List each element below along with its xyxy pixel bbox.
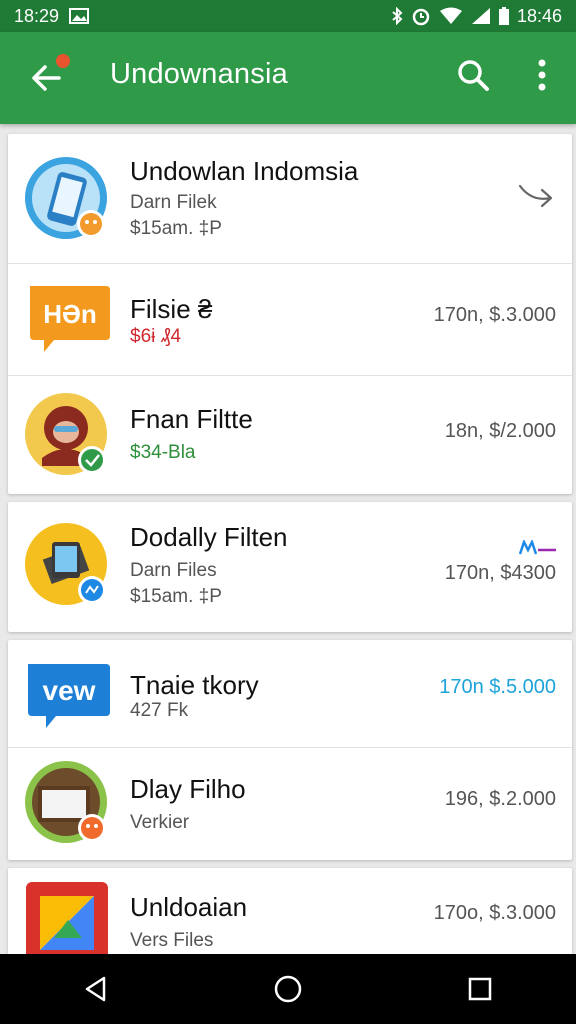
- item-title: Fnan Filtte: [130, 404, 253, 434]
- small-logo-icon: [518, 538, 558, 561]
- app-thumbnail: [24, 392, 110, 478]
- signal-icon: [471, 7, 491, 25]
- list-item[interactable]: Undowlan Indomsia Darn Filek $15am. ‡P: [8, 134, 572, 264]
- app-thumbnail: [24, 760, 110, 846]
- wifi-icon: [439, 7, 463, 25]
- item-subtitle-2: $15am. ‡P: [130, 586, 222, 607]
- status-time-right: 18:46: [516, 5, 562, 26]
- app-thumbnail: vew: [24, 650, 110, 736]
- app-thumbnail: [24, 522, 110, 608]
- list-item[interactable]: Unldoaian Vers Files 170o, $.3.000: [8, 868, 572, 954]
- bluetooth-icon: [391, 7, 403, 25]
- notification-dot: [56, 54, 70, 68]
- list-item[interactable]: Fnan Filtte $34-Bla 18n, $/2.000: [8, 376, 572, 494]
- item-title: Unldoaian: [130, 892, 248, 922]
- list-item[interactable]: HƏn Filsie ₴ $6ɨ ₰4 170n, $.3.000: [8, 264, 572, 376]
- status-left: 18:29: [14, 5, 90, 27]
- item-title: Tnaie tkory: [130, 670, 259, 700]
- list-item[interactable]: vew Tnaie tkory 427 Fk 170n $.5.000: [8, 640, 572, 748]
- item-price: 18n, $/2.000: [444, 420, 556, 442]
- image-notification-icon: [69, 8, 90, 24]
- app-list: Undowlan Indomsia Darn Filek $15am. ‡P H…: [0, 124, 576, 954]
- alarm-icon: [411, 6, 431, 26]
- app-thumbnail: HƏn: [24, 278, 110, 364]
- item-title: Dlay Filho: [130, 774, 246, 804]
- search-icon: [458, 60, 489, 91]
- item-subtitle: Vers Files: [130, 930, 214, 951]
- item-subtitle: 427 Fk: [130, 700, 189, 721]
- nav-back-button[interactable]: [61, 959, 131, 1019]
- navigation-bar: [0, 954, 576, 1024]
- list-item[interactable]: Dodally Filten Darn Files $15am. ‡P 170n…: [8, 502, 572, 632]
- search-button[interactable]: [450, 52, 496, 98]
- nav-recents-button[interactable]: [445, 959, 515, 1019]
- item-subtitle-2: $15am. ‡P: [130, 218, 222, 239]
- item-price: 170n $.5.000: [439, 676, 556, 698]
- more-vert-icon: [538, 59, 546, 91]
- app-thumbnail: [24, 156, 110, 242]
- status-time: 18:29: [14, 5, 60, 26]
- app-bar: Undownansia: [0, 32, 576, 124]
- nav-back-icon: [85, 976, 106, 1002]
- thumb-label: HƏn: [43, 299, 97, 329]
- page-title: Undownansia: [110, 58, 288, 90]
- list-card: Unldoaian Vers Files 170o, $.3.000: [8, 868, 572, 954]
- battery-icon: [498, 7, 509, 25]
- nav-home-icon: [274, 975, 302, 1003]
- item-subtitle: $34-Bla: [130, 442, 196, 463]
- thumb-label: vew: [43, 675, 96, 706]
- item-subtitle: Darn Filek: [130, 192, 217, 213]
- item-price: 170n, $.3.000: [433, 304, 556, 326]
- list-card: Dodally Filten Darn Files $15am. ‡P 170n…: [8, 502, 572, 632]
- nav-recents-icon: [468, 977, 492, 1001]
- item-subtitle: $6ɨ ₰4: [130, 326, 182, 347]
- list-card: vew Tnaie tkory 427 Fk 170n $.5.000 Dlay: [8, 640, 572, 860]
- item-subtitle: Darn Files: [130, 560, 217, 581]
- item-price: 196, $.2.000: [444, 788, 556, 810]
- status-bar: 18:29 18:46: [0, 0, 576, 32]
- status-right: 18:46: [391, 6, 562, 27]
- nav-home-button[interactable]: [253, 959, 323, 1019]
- list-card: Undowlan Indomsia Darn Filek $15am. ‡P H…: [8, 134, 572, 494]
- item-price: 170n, $4300: [444, 562, 556, 584]
- list-item[interactable]: Dlay Filho Verkier 196, $.2.000: [8, 748, 572, 860]
- more-options-button[interactable]: [522, 52, 562, 98]
- app-thumbnail: [24, 880, 110, 954]
- item-title: Undowlan Indomsia: [130, 156, 359, 186]
- item-title: Dodally Filten: [130, 522, 288, 552]
- share-arrow-icon[interactable]: [518, 180, 554, 215]
- item-title: Filsie ₴: [130, 294, 213, 324]
- item-price: 170o, $.3.000: [433, 902, 556, 924]
- item-subtitle: Verkier: [130, 812, 190, 833]
